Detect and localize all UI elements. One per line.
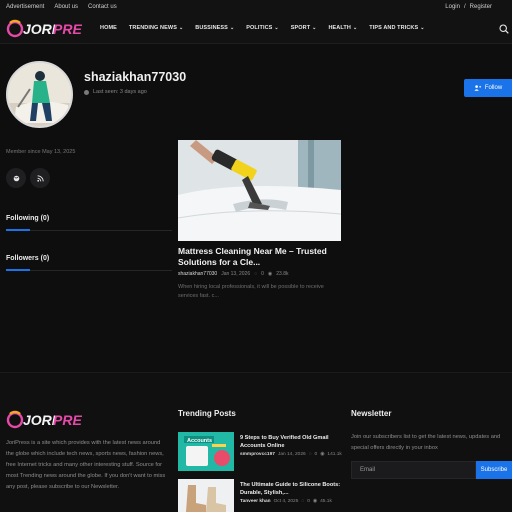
trending-date: Jan 14, 2026 — [277, 452, 306, 457]
nav-item-label: POLITICS — [246, 25, 273, 31]
trending-views: 45.1k — [320, 499, 332, 504]
nav-item-label: TRENDING NEWS — [128, 25, 177, 31]
chevron-down-icon: ⌄ — [229, 25, 235, 31]
register-link[interactable]: Register — [470, 4, 492, 10]
post-author[interactable]: shaziakhan77030 — [178, 271, 217, 277]
trending-meta: smmprovcc197 Jan 14, 2026 ◌ 0 ◉ 141.1k — [240, 452, 342, 457]
main-nav: JORI PRESS HOME TRENDING NEWS⌄ BUSSINESS… — [0, 14, 512, 44]
nav-item-bussiness[interactable]: BUSSINESS ⌄ — [195, 25, 234, 31]
chevron-down-icon: ⌄ — [178, 25, 184, 31]
follow-label: Follow — [484, 85, 503, 91]
chevron-down-icon: ⌄ — [352, 25, 358, 31]
views-icon: ◉ — [320, 452, 325, 457]
views-icon: ◉ — [267, 271, 273, 277]
rss-icon — [36, 174, 44, 182]
trending-views: 141.1k — [327, 452, 342, 457]
status-dot-icon — [84, 89, 89, 95]
divider — [6, 230, 172, 231]
top-links: Advertisement About us Contact us — [6, 4, 117, 10]
nav-item-politics[interactable]: POLITICS ⌄ — [246, 25, 278, 31]
add-user-icon — [474, 85, 481, 91]
chevron-down-icon: ⌄ — [420, 25, 425, 31]
trending-comments: 0 — [314, 452, 318, 457]
contact-us-link[interactable]: Contact us — [88, 4, 117, 10]
trending-date: Oct 4, 2025 — [273, 499, 299, 504]
subscribe-button[interactable]: Subscribe — [476, 461, 512, 479]
svg-text:JORI: JORI — [23, 21, 57, 37]
login-link[interactable]: Login — [445, 4, 460, 10]
trending-posts-heading: Trending Posts — [178, 409, 236, 418]
trending-item[interactable]: The Ultimate Guide to Silicone Boots: Du… — [178, 479, 348, 512]
nav-item-label: TIPS AND TRICKS — [369, 25, 419, 31]
post-excerpt: When hiring local professionals, it will… — [178, 284, 324, 299]
comments-icon: ◌ — [308, 452, 312, 457]
nav-item-home[interactable]: HOME — [100, 25, 117, 31]
last-seen-status: Last seen: 3 days ago — [84, 89, 147, 95]
last-seen-text: Last seen: 3 days ago — [93, 89, 147, 95]
advertisement-link[interactable]: Advertisement — [6, 4, 44, 10]
comments-icon: ◌ — [254, 271, 258, 277]
profile-username: shaziakhan77030 — [84, 70, 187, 84]
thumbnail-label: Accounts — [187, 438, 212, 444]
trending-author[interactable]: Tanveer khan — [240, 499, 271, 504]
trending-item[interactable]: Accounts 9 Steps to Buy Verified Old Gma… — [178, 432, 348, 472]
site-logo[interactable]: JORI PRESS — [6, 17, 82, 41]
post-views: 23.8k — [276, 271, 289, 277]
trending-author[interactable]: smmprovcc197 — [240, 452, 275, 457]
nav-item-tips-and-tricks[interactable]: TIPS AND TRICKS ⌄ — [369, 25, 424, 31]
social-link-website[interactable] — [6, 168, 26, 188]
newsletter-text: Join our subscribers list to get the lat… — [351, 434, 501, 451]
auth-separator: / — [463, 4, 466, 10]
followers-heading[interactable]: Followers (0) — [6, 255, 49, 262]
heading-accent — [6, 269, 30, 271]
chevron-down-icon: ⌄ — [312, 25, 317, 31]
nav-item-health[interactable]: HEALTH ⌄ — [328, 25, 357, 31]
member-since: Member since May 13, 2025 — [6, 149, 76, 155]
subscribe-label: Subscribe — [480, 467, 508, 473]
top-bar: Advertisement About us Contact us Login … — [0, 0, 512, 14]
post-date: Jan 13, 2026 — [221, 271, 251, 277]
following-heading[interactable]: Following (0) — [6, 215, 49, 222]
divider — [6, 270, 172, 271]
heading-accent — [6, 229, 30, 231]
nav-menu: HOME TRENDING NEWS ⌄ BUSSINESS ⌄ POLITICS ⌄… — [100, 25, 425, 31]
auth-links: Login / Register — [445, 4, 492, 10]
follow-button[interactable]: Follow — [464, 79, 512, 97]
svg-text:PRESS: PRESS — [53, 21, 82, 37]
trending-title[interactable]: 9 Steps to Buy Verified Old Gmail Accoun… — [240, 434, 348, 450]
views-icon: ◉ — [312, 499, 318, 504]
globe-icon — [13, 175, 19, 181]
trending-title[interactable]: The Ultimate Guide to Silicone Boots: Du… — [240, 481, 348, 497]
chevron-down-icon: ⌄ — [274, 25, 279, 31]
post-meta: shaziakhan77030 Jan 13, 2026 ◌ 0 ◉ 23.8k — [178, 271, 289, 277]
trending-comments: 0 — [307, 499, 310, 504]
trending-thumbnail[interactable]: Accounts — [178, 432, 234, 471]
about-us-link[interactable]: About us — [54, 4, 78, 10]
footer-logo[interactable]: JORI PRESS — [6, 408, 82, 432]
newsletter-heading: Newsletter — [351, 409, 392, 418]
nav-item-label: SPORT — [290, 25, 311, 31]
svg-text:PRESS: PRESS — [53, 412, 82, 428]
trending-meta: Tanveer khan Oct 4, 2025 ◌ 0 ◉ 45.1k — [240, 499, 332, 504]
trending-thumbnail[interactable] — [178, 479, 234, 512]
nav-item-label: HOME — [100, 25, 117, 31]
social-link-rss[interactable] — [30, 168, 50, 188]
nav-item-label: HEALTH — [328, 25, 351, 31]
nav-item-sport[interactable]: SPORT ⌄ — [291, 25, 317, 31]
svg-text:JORI: JORI — [23, 412, 57, 428]
nav-item-trending-news[interactable]: TRENDING NEWS ⌄ — [129, 25, 183, 31]
post-image[interactable] — [178, 140, 341, 241]
footer-about-text: JoriPress is a site which provides with … — [6, 440, 166, 490]
post-comments: 0 — [261, 271, 264, 277]
avatar — [6, 61, 73, 128]
nav-item-label: BUSSINESS — [195, 25, 228, 31]
comments-icon: ◌ — [301, 499, 305, 504]
post-title[interactable]: Mattress Cleaning Near Me – Trusted Solu… — [178, 246, 341, 268]
search-icon[interactable] — [499, 24, 509, 34]
email-field[interactable]: Email — [351, 461, 476, 479]
